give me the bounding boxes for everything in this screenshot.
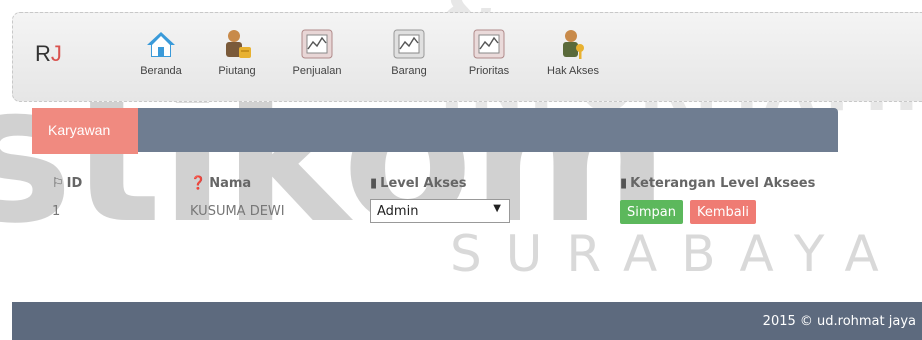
- tab-karyawan[interactable]: Karyawan: [32, 108, 138, 154]
- nav-item-penjualan[interactable]: Penjualan: [277, 27, 357, 77]
- nav-label: Hak Akses: [547, 65, 599, 77]
- watermark-bottom: SURABAYA: [450, 225, 903, 283]
- cell-nama: KUSUMA DEWI: [190, 204, 285, 219]
- footer-copyright: 2015 © ud.rohmat jaya: [762, 314, 916, 329]
- question-circle-icon: ❓: [190, 176, 207, 191]
- footer: 2015 © ud.rohmat jaya: [12, 302, 922, 340]
- brand-prefix: R: [35, 41, 51, 66]
- header-nama: ❓ Nama: [190, 176, 252, 191]
- back-button[interactable]: Kembali: [690, 200, 756, 224]
- nav-label: Penjualan: [292, 65, 342, 77]
- chart-icon: [473, 29, 505, 59]
- user-coins-icon: [226, 30, 251, 58]
- header-id: ⚐ ID: [52, 176, 83, 191]
- brand-suffix: J: [50, 41, 62, 66]
- save-button[interactable]: Simpan: [620, 200, 683, 224]
- nav-label: Barang: [391, 65, 427, 77]
- nav-label: Piutang: [218, 65, 256, 77]
- brand-logo[interactable]: RJ: [35, 41, 62, 67]
- flag-icon: ⚐: [52, 176, 64, 191]
- header-keterangan: ▮ Keterangan Level Aksees: [620, 176, 816, 191]
- home-icon: [147, 32, 175, 57]
- top-navbar: RJ Beranda Piutang Penjualan Barang Prio…: [12, 12, 922, 102]
- chevron-down-icon: ▼: [493, 203, 501, 214]
- nav-item-beranda[interactable]: Beranda: [121, 27, 201, 77]
- panel-header: [32, 108, 838, 152]
- nav-label: Prioritas: [468, 65, 510, 77]
- cell-id: 1: [52, 204, 61, 219]
- nav-item-hak-akses[interactable]: Hak Akses: [533, 27, 613, 77]
- chart-icon: [393, 29, 425, 59]
- select-value: Admin: [377, 204, 419, 219]
- chart-icon: [301, 29, 333, 59]
- nav-label: Beranda: [140, 65, 182, 77]
- bookmark-icon: ▮: [370, 176, 378, 191]
- bookmark-icon: ▮: [620, 176, 628, 191]
- nav-item-piutang[interactable]: Piutang: [197, 27, 277, 77]
- nav-item-barang[interactable]: Barang: [369, 27, 449, 77]
- level-akses-select[interactable]: Admin ▼: [370, 199, 510, 223]
- nav-item-prioritas[interactable]: Prioritas: [449, 27, 529, 77]
- user-key-icon: [563, 30, 584, 59]
- header-level-akses: ▮ Level Akses: [370, 176, 467, 191]
